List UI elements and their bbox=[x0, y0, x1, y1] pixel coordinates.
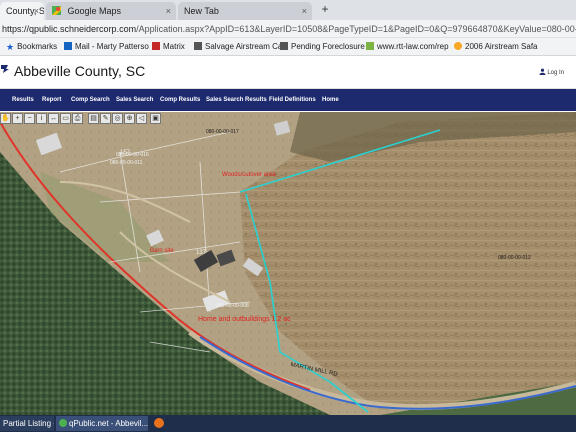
leaf-icon bbox=[366, 42, 374, 50]
tab-google-maps[interactable]: Google Maps × bbox=[46, 2, 176, 20]
tab-new-tab[interactable]: New Tab × bbox=[178, 2, 312, 20]
pan-tool-button[interactable]: ✋ bbox=[0, 113, 11, 124]
outlook-icon bbox=[64, 42, 72, 50]
matrix-icon bbox=[152, 42, 160, 50]
identify-tool-button[interactable]: i bbox=[36, 113, 47, 124]
prev-extent-tool-button[interactable]: ◁ bbox=[136, 113, 147, 124]
bookmark-rtt-law[interactable]: www.rtt-law.com/rep bbox=[366, 38, 449, 55]
aerial-map-image bbox=[0, 112, 576, 415]
map-annotation: Barn site bbox=[150, 248, 174, 254]
nav-sales-search[interactable]: Sales Search bbox=[116, 89, 153, 111]
user-icon bbox=[539, 68, 546, 75]
star-icon: ★ bbox=[6, 42, 15, 52]
bookmark-airstream[interactable]: 2006 Airstream Safa bbox=[454, 38, 537, 55]
url-host: https://qpublic.schneidercorp.com bbox=[2, 24, 137, 34]
tab-close-icon[interactable]: × bbox=[166, 2, 171, 20]
bookmarks-bar: ★ Bookmarks Mail - Marty Patterso Matrix … bbox=[0, 38, 576, 56]
bookmark-label: Pending Foreclosure bbox=[291, 42, 365, 51]
nav-report[interactable]: Report bbox=[42, 89, 61, 111]
select-tool-button[interactable]: ▭ bbox=[60, 113, 71, 124]
airstream-icon bbox=[454, 42, 462, 50]
taskbar-label: qPublic.net - Abbevil... bbox=[69, 419, 148, 428]
parcel-label: 080-00-00-008 bbox=[216, 303, 249, 309]
buffer-tool-button[interactable]: ◎ bbox=[112, 113, 123, 124]
site-header: Abbeville County, SC Log In bbox=[0, 56, 576, 89]
bookmark-label: Salvage Airstream Ca bbox=[205, 42, 283, 51]
clear-tool-button[interactable]: ▣ bbox=[150, 113, 161, 124]
full-extent-tool-button[interactable]: ⊕ bbox=[124, 113, 135, 124]
print-tool-button[interactable]: ⎙ bbox=[72, 113, 83, 124]
page-title: Abbeville County, SC bbox=[14, 63, 146, 79]
login-label: Log In bbox=[547, 70, 564, 76]
google-maps-icon bbox=[52, 3, 61, 15]
nav-comp-search[interactable]: Comp Search bbox=[71, 89, 110, 111]
bookmark-foreclosure[interactable]: Pending Foreclosure bbox=[280, 38, 365, 55]
taskbar-item-qpublic[interactable]: qPublic.net - Abbevil... bbox=[56, 416, 148, 431]
tab-county[interactable]: County, SC × bbox=[0, 2, 44, 20]
bookmark-label: Matrix bbox=[163, 42, 185, 51]
map-annotation: Woods/cutover area bbox=[222, 172, 276, 178]
bookmark-label: www.rtt-law.com/rep bbox=[377, 42, 449, 51]
zoom-out-tool-button[interactable]: − bbox=[24, 113, 35, 124]
nav-results[interactable]: Results bbox=[12, 89, 34, 111]
tab-label: New Tab bbox=[184, 6, 219, 16]
nav-field-definitions[interactable]: Field Definitions bbox=[269, 89, 316, 111]
browser-tab-bar: County, SC × Google Maps × New Tab × + bbox=[0, 0, 576, 20]
main-nav: Results Report Comp Search Sales Search … bbox=[0, 89, 576, 111]
parcel-map[interactable] bbox=[0, 112, 576, 415]
bookmark-label: 2006 Airstream Safa bbox=[465, 42, 538, 51]
page-icon bbox=[194, 42, 202, 50]
parcel-label: 080-00-00-017 bbox=[206, 129, 239, 135]
address-bar[interactable]: https://qpublic.schneidercorp.com/Applic… bbox=[0, 20, 576, 38]
url-path: /Application.aspx?AppID=613&LayerID=1050… bbox=[136, 24, 576, 34]
parcel-number: 157 bbox=[120, 150, 131, 156]
measure-tool-button[interactable]: ↔ bbox=[48, 113, 59, 124]
firefox-icon[interactable] bbox=[154, 418, 164, 428]
qpublic-logo-icon bbox=[0, 64, 10, 76]
bookmark-label: Mail - Marty Patterso bbox=[75, 42, 149, 51]
parcel-label: 080-00-00-012 bbox=[498, 255, 531, 261]
parcel-label: 080-00-00-011 bbox=[110, 160, 143, 166]
layers-tool-button[interactable]: ▤ bbox=[88, 113, 99, 124]
tab-close-icon[interactable]: × bbox=[34, 2, 39, 20]
draw-tool-button[interactable]: ✎ bbox=[100, 113, 111, 124]
windows-taskbar: Partial Listing -... qPublic.net - Abbev… bbox=[0, 415, 576, 432]
nav-home[interactable]: Home bbox=[322, 89, 339, 111]
page-icon bbox=[280, 42, 288, 50]
bookmark-bookmarks[interactable]: ★ Bookmarks bbox=[6, 38, 57, 55]
nav-sales-search-results[interactable]: Sales Search Results bbox=[206, 89, 267, 111]
chrome-icon bbox=[59, 419, 67, 427]
bookmark-salvage[interactable]: Salvage Airstream Ca bbox=[194, 38, 282, 55]
parcel-number: 137 bbox=[196, 250, 207, 256]
zoom-in-tool-button[interactable]: + bbox=[12, 113, 23, 124]
map-annotation: Home and outbuildings 1.2 ac bbox=[198, 316, 291, 323]
nav-comp-results[interactable]: Comp Results bbox=[160, 89, 200, 111]
bookmark-label: Bookmarks bbox=[17, 42, 58, 51]
taskbar-label: Partial Listing -... bbox=[3, 419, 54, 428]
login-link[interactable]: Log In bbox=[539, 68, 564, 76]
bookmark-matrix[interactable]: Matrix bbox=[152, 38, 185, 55]
tab-label: Google Maps bbox=[67, 6, 122, 16]
taskbar-item-partial-listing[interactable]: Partial Listing -... bbox=[0, 416, 54, 431]
tab-close-icon[interactable]: × bbox=[302, 2, 307, 20]
bookmark-mail[interactable]: Mail - Marty Patterso bbox=[64, 38, 149, 55]
new-tab-button[interactable]: + bbox=[318, 3, 332, 17]
